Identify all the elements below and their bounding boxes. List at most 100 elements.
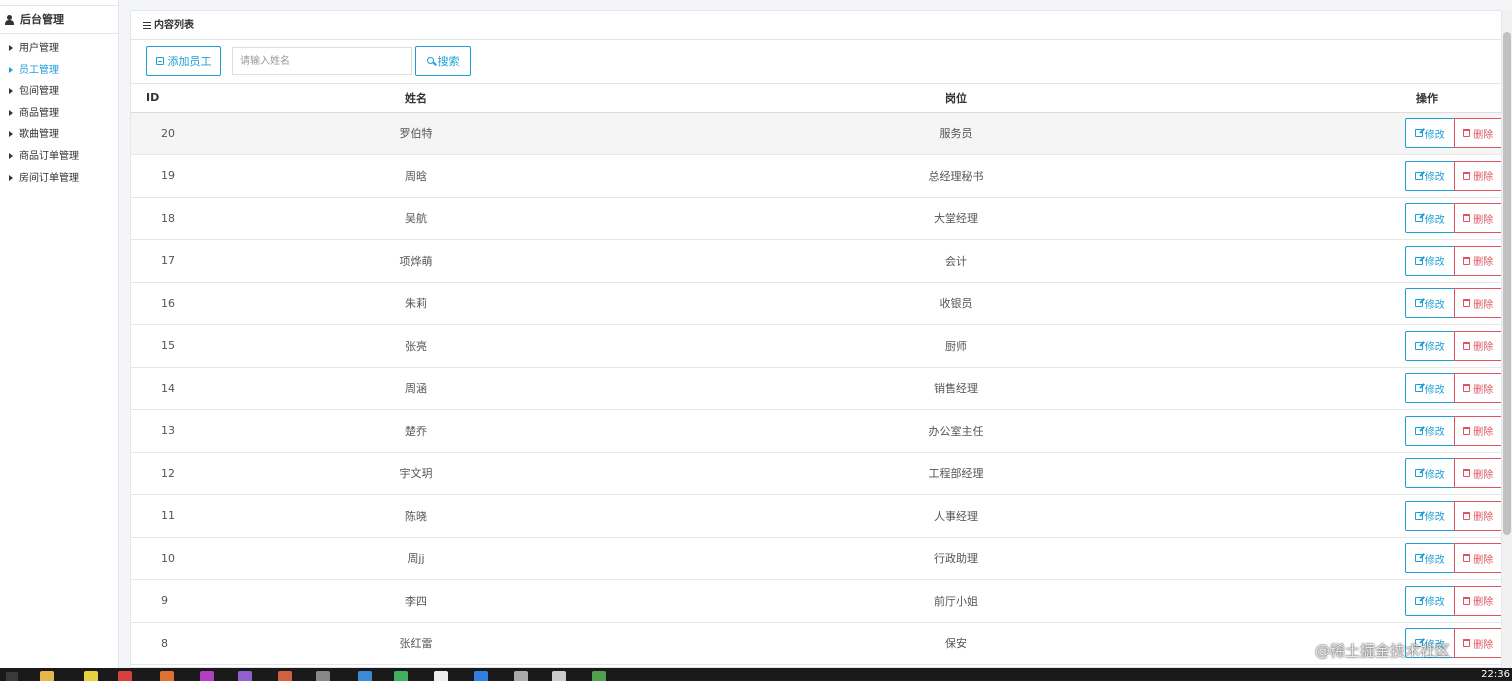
browser-icon[interactable] bbox=[118, 671, 132, 681]
cell-post: 大堂经理 bbox=[561, 197, 1351, 240]
cell-id: 18 bbox=[131, 197, 271, 240]
cell-actions: 修改 删除 bbox=[1351, 537, 1501, 580]
delete-button[interactable]: 删除 bbox=[1453, 628, 1501, 659]
edit-button[interactable]: 修改 bbox=[1405, 500, 1455, 531]
app-icon[interactable] bbox=[592, 671, 606, 681]
scrollbar[interactable] bbox=[1502, 10, 1512, 668]
delete-button[interactable]: 删除 bbox=[1453, 160, 1501, 191]
edit-button[interactable]: 修改 bbox=[1405, 160, 1455, 191]
app-icon[interactable] bbox=[474, 671, 488, 681]
edit-button[interactable]: 修改 bbox=[1405, 118, 1455, 149]
app-icon[interactable] bbox=[316, 671, 330, 681]
add-employee-button[interactable]: 添加员工 bbox=[146, 46, 221, 76]
sidebar-header[interactable]: 后台管理 bbox=[0, 6, 118, 34]
app-icon[interactable] bbox=[394, 671, 408, 681]
row-actions: 修改 删除 bbox=[1405, 288, 1501, 319]
edit-label: 修改 bbox=[1424, 427, 1445, 439]
panel-title: 内容列表 bbox=[154, 19, 194, 31]
delete-button[interactable]: 删除 bbox=[1453, 203, 1501, 234]
cell-id: 19 bbox=[131, 154, 271, 198]
taskbar: 22:36 bbox=[0, 668, 1512, 681]
edit-icon bbox=[1414, 426, 1423, 435]
edit-label: 修改 bbox=[1424, 214, 1445, 226]
sidebar-item-employees[interactable]: 员工管理 bbox=[0, 60, 118, 82]
delete-button[interactable]: 删除 bbox=[1453, 458, 1501, 489]
app-icon[interactable] bbox=[200, 671, 214, 681]
cell-actions: 修改 删除 bbox=[1351, 112, 1501, 155]
edit-button[interactable]: 修改 bbox=[1405, 203, 1455, 234]
row-actions: 修改 删除 bbox=[1405, 330, 1501, 361]
sidebar-item-label: 员工管理 bbox=[19, 64, 59, 76]
app-icon[interactable] bbox=[552, 671, 566, 681]
edit-button[interactable]: 修改 bbox=[1405, 543, 1455, 574]
delete-button[interactable]: 删除 bbox=[1453, 330, 1501, 361]
edit-label: 修改 bbox=[1424, 384, 1445, 396]
delete-button[interactable]: 删除 bbox=[1453, 288, 1501, 319]
caret-right-icon bbox=[9, 174, 13, 181]
employee-table: ID 姓名 岗位 操作 20 罗伯特 服务员 修改 删除 19 周晗 总经理秘书 修改 删除 18 吴… bbox=[131, 84, 1501, 665]
edit-button[interactable]: 修改 bbox=[1405, 585, 1455, 616]
edit-button[interactable]: 修改 bbox=[1405, 373, 1455, 404]
sidebar-item-rooms[interactable]: 包间管理 bbox=[0, 81, 118, 103]
sidebar-item-products[interactable]: 商品管理 bbox=[0, 103, 118, 125]
scrollbar-thumb[interactable] bbox=[1503, 32, 1511, 535]
app-icon[interactable] bbox=[434, 671, 448, 681]
delete-button[interactable]: 删除 bbox=[1453, 373, 1501, 404]
row-actions: 修改 删除 bbox=[1405, 500, 1501, 531]
edit-button[interactable]: 修改 bbox=[1405, 330, 1455, 361]
cell-name: 周晗 bbox=[271, 154, 561, 198]
delete-button[interactable]: 删除 bbox=[1453, 118, 1501, 149]
app-icon[interactable] bbox=[514, 671, 528, 681]
file-explorer-icon[interactable] bbox=[40, 671, 54, 681]
content-panel: 内容列表 添加员工 搜索 ID 姓名 岗位 操作 20罗伯特服务员修改删除19周… bbox=[130, 10, 1502, 668]
app-icon[interactable] bbox=[160, 671, 174, 681]
app-icon[interactable] bbox=[238, 671, 252, 681]
sidebar-item-product-orders[interactable]: 商品订单管理 bbox=[0, 146, 118, 168]
edit-label: 修改 bbox=[1424, 554, 1445, 566]
edit-label: 修改 bbox=[1424, 512, 1445, 524]
sidebar-item-room-orders[interactable]: 房间订单管理 bbox=[0, 168, 118, 190]
cell-name: 楚乔 bbox=[271, 409, 561, 453]
edit-button[interactable]: 修改 bbox=[1405, 245, 1455, 276]
edit-icon bbox=[1414, 554, 1423, 563]
search-button[interactable]: 搜索 bbox=[415, 46, 471, 76]
trash-icon bbox=[1463, 256, 1471, 265]
cell-actions: 修改 删除 bbox=[1351, 239, 1501, 283]
sidebar-item-users[interactable]: 用户管理 bbox=[0, 38, 118, 60]
edit-button[interactable]: 修改 bbox=[1405, 458, 1455, 489]
delete-label: 删除 bbox=[1473, 639, 1494, 651]
row-actions: 修改 删除 bbox=[1405, 543, 1501, 574]
delete-button[interactable]: 删除 bbox=[1453, 585, 1501, 616]
trash-icon bbox=[1463, 341, 1471, 350]
cell-post: 保安 bbox=[561, 622, 1351, 665]
cell-post: 行政助理 bbox=[561, 537, 1351, 580]
delete-button[interactable]: 删除 bbox=[1453, 500, 1501, 531]
table-row: 20 罗伯特 服务员 修改 删除 bbox=[131, 112, 1501, 155]
edit-button[interactable]: 修改 bbox=[1405, 415, 1455, 446]
edit-icon bbox=[1414, 171, 1423, 180]
delete-button[interactable]: 删除 bbox=[1453, 245, 1501, 276]
edit-icon bbox=[1414, 129, 1423, 138]
app-icon[interactable] bbox=[278, 671, 292, 681]
delete-label: 删除 bbox=[1473, 129, 1494, 141]
app-icon[interactable] bbox=[358, 671, 372, 681]
cell-id: 14 bbox=[131, 367, 271, 410]
edit-button[interactable]: 修改 bbox=[1405, 288, 1455, 319]
cell-name: 张亮 bbox=[271, 324, 561, 368]
trash-icon bbox=[1463, 554, 1471, 563]
app-icon[interactable] bbox=[84, 671, 98, 681]
delete-button[interactable]: 删除 bbox=[1453, 415, 1501, 446]
taskbar-clock[interactable]: 22:36 bbox=[1481, 668, 1510, 681]
table-row: 12 宇文玥 工程部经理 修改 删除 bbox=[131, 452, 1501, 495]
delete-label: 删除 bbox=[1473, 427, 1494, 439]
sidebar-item-songs[interactable]: 歌曲管理 bbox=[0, 124, 118, 146]
panel-header: 内容列表 bbox=[131, 11, 1501, 40]
search-icon bbox=[426, 56, 434, 64]
edit-icon bbox=[1414, 469, 1423, 478]
windows-start-icon[interactable] bbox=[6, 672, 18, 681]
delete-button[interactable]: 删除 bbox=[1453, 543, 1501, 574]
cell-post: 服务员 bbox=[561, 112, 1351, 155]
search-input[interactable] bbox=[232, 47, 412, 75]
trash-icon bbox=[1463, 639, 1471, 648]
search-button-label: 搜索 bbox=[437, 55, 460, 68]
